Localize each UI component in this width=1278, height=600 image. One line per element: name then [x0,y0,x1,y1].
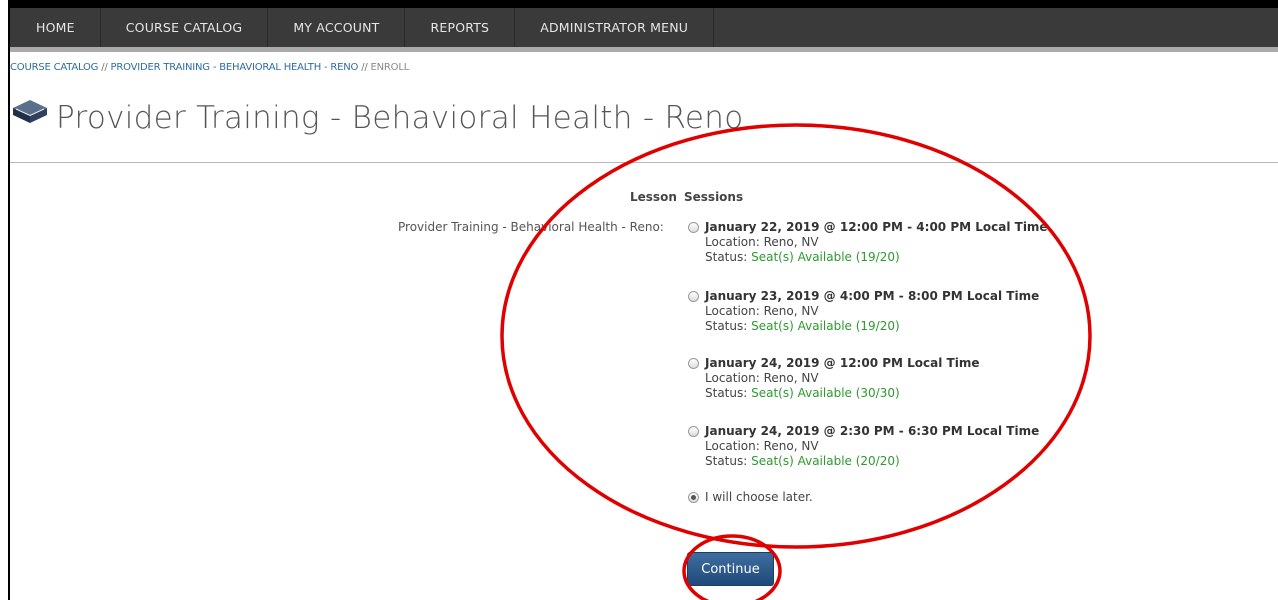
status-label: Status: [705,386,748,400]
status-label: Status: [705,250,748,264]
session-status: Seat(s) Available (20/20) [751,454,900,468]
choose-later-label: I will choose later. [705,490,813,504]
breadcrumb-current: ENROLL [370,62,410,73]
session-radio[interactable] [688,222,699,233]
session-title: January 23, 2019 @ 4:00 PM - 8:00 PM Loc… [705,289,1040,303]
page-header: Provider Training - Behavioral Health - … [10,90,1278,163]
session-radio[interactable] [688,291,699,302]
lesson-name: Provider Training - Behavioral Health - … [398,220,664,234]
choose-later-radio[interactable] [688,492,699,503]
session-status: Seat(s) Available (30/30) [751,386,900,400]
session-radio[interactable] [688,426,699,437]
session-title: January 24, 2019 @ 12:00 PM Local Time [705,356,980,370]
annotation-circle-sessions [500,123,1092,549]
nav-home[interactable]: HOME [10,8,101,47]
nav-administrator-menu[interactable]: ADMINISTRATOR MENU [515,8,715,47]
nav-my-account[interactable]: MY ACCOUNT [268,8,406,47]
nav-reports[interactable]: REPORTS [405,8,516,47]
breadcrumb: COURSE CATALOG // PROVIDER TRAINING - BE… [10,62,409,73]
session-location: Location: Reno, NV [705,304,819,318]
status-label: Status: [705,454,748,468]
top-navigation: HOME COURSE CATALOG MY ACCOUNT REPORTS A… [10,8,1278,52]
session-location: Location: Reno, NV [705,235,819,249]
breadcrumb-separator: // [101,62,108,73]
breadcrumb-separator: // [361,62,368,73]
session-title: January 24, 2019 @ 2:30 PM - 6:30 PM Loc… [705,424,1040,438]
session-location: Location: Reno, NV [705,439,819,453]
nav-course-catalog[interactable]: COURSE CATALOG [101,8,269,47]
column-header-lesson: Lesson [630,190,677,204]
session-title: January 22, 2019 @ 12:00 PM - 4:00 PM Lo… [705,220,1048,234]
session-status: Seat(s) Available (19/20) [751,250,900,264]
book-icon [13,100,47,123]
page-title: Provider Training - Behavioral Health - … [56,100,744,136]
continue-button[interactable]: Continue [687,552,774,586]
status-label: Status: [705,319,748,333]
breadcrumb-course[interactable]: PROVIDER TRAINING - BEHAVIORAL HEALTH - … [111,62,359,73]
window-frame-top [8,0,1278,8]
session-radio[interactable] [688,358,699,369]
session-location: Location: Reno, NV [705,371,819,385]
session-status: Seat(s) Available (19/20) [751,319,900,333]
breadcrumb-course-catalog[interactable]: COURSE CATALOG [10,62,98,73]
column-header-sessions: Sessions [684,190,744,204]
